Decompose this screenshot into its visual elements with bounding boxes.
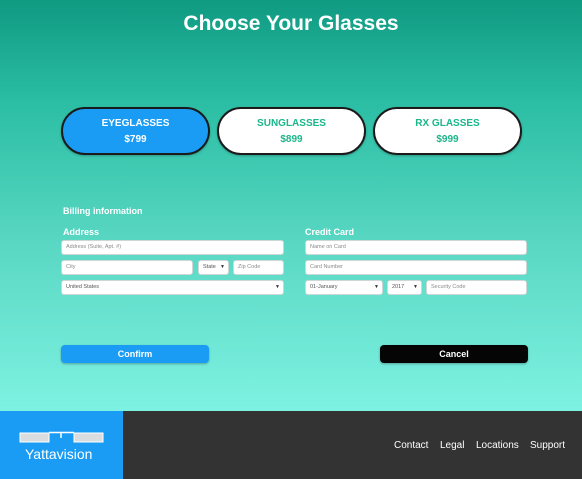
page-title: Choose Your Glasses [183,12,399,35]
zip-input[interactable]: Zip Code [233,260,284,275]
option-name: RX GLASSES [415,118,480,129]
confirm-button[interactable]: Confirm [61,345,209,363]
logo-text: Yattavision [25,446,93,462]
chevron-down-icon: ▼ [413,284,418,290]
country-value: United States [66,284,100,290]
name-on-card-input[interactable]: Name on Card [305,240,527,255]
address-street-input[interactable]: Address (Suite, Apt. #) [61,240,284,255]
state-select[interactable]: State ▼ [198,260,229,275]
footer-link-support[interactable]: Support [530,440,565,451]
card-number-input[interactable]: Card Number [305,260,527,275]
option-price: $799 [124,134,147,145]
city-input[interactable]: City [61,260,193,275]
footer-link-contact[interactable]: Contact [394,440,428,451]
cancel-button[interactable]: Cancel [380,345,528,363]
footer-link-legal[interactable]: Legal [440,440,464,451]
footer-link-locations[interactable]: Locations [476,440,519,451]
option-name: EYEGLASSES [101,118,170,129]
security-code-input[interactable]: Security Code [426,280,527,295]
address-label: Address [63,227,100,237]
option-sunglasses[interactable]: SUNGLASSES $899 [217,107,366,155]
option-price: $999 [436,134,459,145]
year-value: 2017 [392,284,405,290]
logo[interactable]: Yattavision [0,411,123,479]
option-eyeglasses[interactable]: EYEGLASSES $799 [61,107,210,155]
footer: Yattavision Contact Legal Locations Supp… [0,411,582,479]
option-price: $899 [280,134,303,145]
chevron-down-icon: ▼ [220,264,225,270]
month-value: 01-January [310,284,338,290]
state-value: State [203,264,216,270]
credit-card-label: Credit Card [305,227,355,237]
option-name: SUNGLASSES [257,118,326,129]
billing-title: Billing information [63,206,143,216]
expiry-year-select[interactable]: 2017 ▼ [387,280,422,295]
country-select[interactable]: United States ▼ [61,280,284,295]
chevron-down-icon: ▼ [275,284,280,290]
option-rx-glasses[interactable]: RX GLASSES $999 [373,107,522,155]
glasses-icon [19,431,104,443]
main-area: Choose Your Glasses EYEGLASSES $799 SUNG… [0,0,582,411]
expiry-month-select[interactable]: 01-January ▼ [305,280,383,295]
chevron-down-icon: ▼ [374,284,379,290]
